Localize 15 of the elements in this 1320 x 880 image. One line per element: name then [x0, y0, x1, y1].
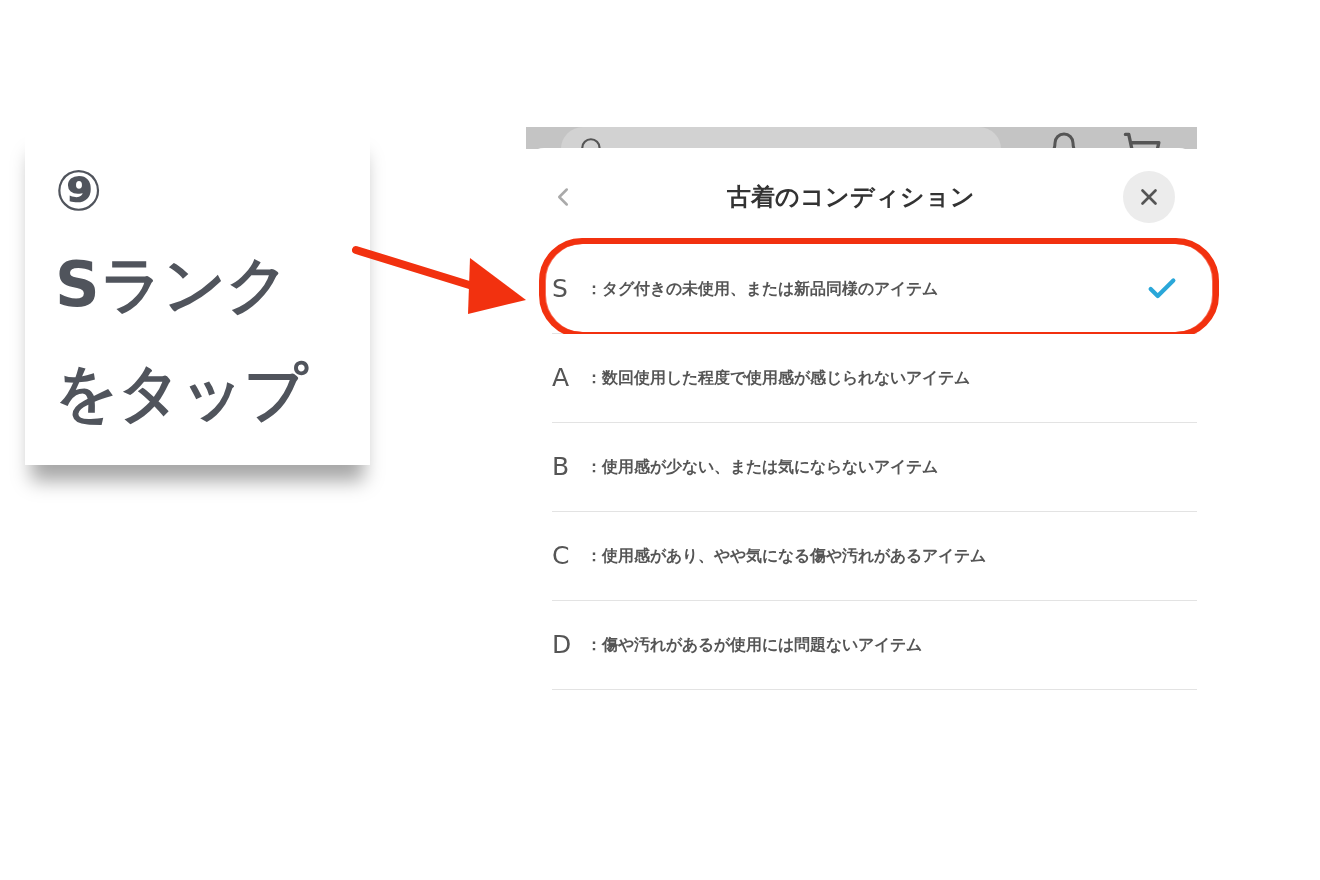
step-instruction: をタップ	[55, 355, 307, 431]
grade-letter: C	[552, 540, 571, 573]
grade-letter: B	[552, 451, 571, 484]
condition-description: ：数回使用した程度で使用感が感じられないアイテム	[586, 367, 970, 389]
close-button[interactable]	[1123, 170, 1175, 223]
condition-description: ：使用感が少ない、または気にならないアイテム	[586, 456, 938, 478]
condition-description: ：タグ付きの未使用、または新品同様のアイテム	[586, 278, 938, 300]
step-number: ⑨	[55, 157, 103, 225]
grade-letter: A	[552, 362, 571, 395]
condition-description: ：使用感があり、やや気になる傷や汚れがあるアイテム	[586, 545, 986, 567]
sheet-title: 古着のコンディション	[725, 181, 976, 213]
step-instruction: Sランク	[55, 247, 289, 323]
condition-description: ：傷や汚れがあるが使用には問題ないアイテム	[586, 634, 922, 656]
grade-letter: S	[552, 273, 569, 306]
grade-letter: D	[552, 629, 573, 662]
